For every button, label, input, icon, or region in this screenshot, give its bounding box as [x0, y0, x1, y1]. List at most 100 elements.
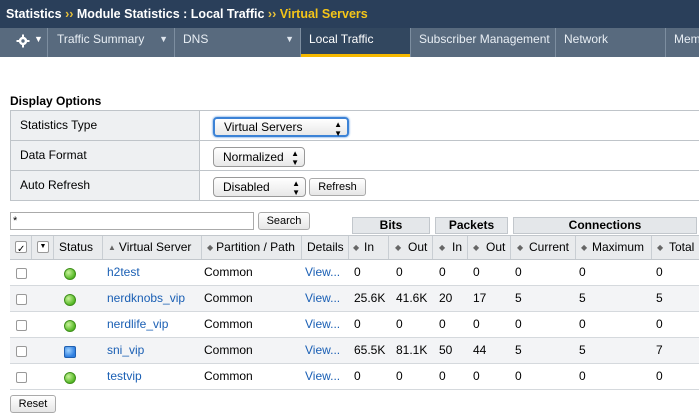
checkmark-icon: ✓: [17, 244, 26, 255]
row-checkbox[interactable]: [16, 294, 27, 305]
reset-button[interactable]: Reset: [10, 395, 56, 413]
option-label: Data Format: [10, 141, 200, 170]
search-input[interactable]: *: [10, 212, 254, 230]
packets-group-header: Packets: [435, 217, 508, 234]
refresh-button[interactable]: Refresh: [309, 178, 366, 196]
packets-out-cell: 0: [473, 317, 480, 331]
tab-subscriber-management[interactable]: Subscriber Management: [411, 28, 556, 57]
option-row-statistics-type: Statistics Type Virtual Servers ▲ ▼: [10, 111, 699, 141]
packets-in-cell: 0: [439, 265, 446, 279]
tab-dns[interactable]: DNS ▼: [175, 28, 301, 57]
gear-icon: [16, 34, 30, 48]
breadcrumb-module-statistics[interactable]: Module Statistics : Local Traffic: [77, 7, 265, 21]
column-label: Out: [408, 240, 428, 254]
bits-out-cell: 0: [396, 265, 403, 279]
partition-cell: Common: [204, 343, 253, 357]
search-button[interactable]: Search: [258, 212, 310, 230]
column-partition[interactable]: ◆ Partition / Path: [202, 236, 302, 259]
auto-refresh-select[interactable]: Disabled ▲ ▼: [213, 177, 306, 197]
select-all-cell: ✓: [10, 236, 32, 259]
column-label: Current: [529, 240, 570, 254]
packets-in-cell: 50: [439, 343, 453, 357]
status-filter-dropdown[interactable]: ▼: [37, 241, 49, 253]
details-link[interactable]: View...: [305, 338, 340, 363]
sort-icon: ◆: [439, 243, 446, 252]
select-all-checkbox[interactable]: ✓: [15, 241, 27, 255]
status-available-icon: [64, 268, 76, 280]
sort-icon: ◆: [581, 243, 588, 252]
tab-mem[interactable]: Mem: [666, 28, 699, 57]
column-bits-in[interactable]: ◆ In: [349, 236, 389, 259]
details-link[interactable]: View...: [305, 364, 340, 389]
tab-label: Subscriber Management: [419, 32, 550, 46]
column-total[interactable]: ◆ Total: [652, 236, 699, 259]
row-checkbox[interactable]: [16, 372, 27, 383]
status-filter-cell: ▼: [32, 236, 54, 259]
column-label: Virtual Server: [118, 240, 192, 254]
packets-in-cell: 20: [439, 291, 453, 305]
sort-icon: ◆: [207, 243, 214, 252]
column-label: In: [364, 240, 375, 254]
sort-icon: ◆: [353, 243, 360, 252]
breadcrumb-current: Virtual Servers: [279, 7, 368, 21]
column-status[interactable]: Status: [54, 236, 103, 259]
virtual-server-link[interactable]: sni_vip: [107, 338, 144, 363]
total-cell: 5: [656, 291, 663, 305]
column-details: Details: [302, 236, 349, 259]
total-cell: 7: [656, 343, 663, 357]
select-value: Virtual Servers: [224, 120, 303, 134]
gear-menu-button[interactable]: ▼: [0, 28, 48, 57]
sort-icon: ◆: [657, 243, 664, 252]
column-maximum[interactable]: ◆ Maximum: [576, 236, 652, 259]
option-value: Normalized ▲ ▼: [201, 141, 699, 170]
sort-icon: ◆: [473, 243, 480, 252]
statistics-type-select[interactable]: Virtual Servers ▲ ▼: [213, 117, 349, 138]
tab-traffic-summary[interactable]: Traffic Summary ▼: [49, 28, 175, 57]
column-virtual-server[interactable]: ▲ Virtual Server: [103, 236, 202, 259]
details-link[interactable]: View...: [305, 312, 340, 337]
chevron-down-icon: ▼: [159, 34, 168, 44]
current-cell: 0: [515, 369, 522, 383]
display-options-table: Statistics Type Virtual Servers ▲ ▼ Data …: [10, 110, 699, 201]
option-row-data-format: Data Format Normalized ▲ ▼: [10, 141, 699, 171]
details-link[interactable]: View...: [305, 260, 340, 285]
column-packets-in[interactable]: ◆ In: [433, 236, 468, 259]
tab-network[interactable]: Network: [556, 28, 666, 57]
column-label: Partition / Path: [216, 240, 295, 254]
row-checkbox[interactable]: [16, 320, 27, 331]
current-cell: 5: [515, 343, 522, 357]
data-format-select[interactable]: Normalized ▲ ▼: [213, 147, 305, 167]
select-value: Disabled: [223, 180, 270, 194]
partition-cell: Common: [204, 369, 253, 383]
breadcrumb-separator: ››: [65, 7, 74, 21]
column-current[interactable]: ◆ Current: [511, 236, 576, 259]
virtual-server-link[interactable]: h2test: [107, 260, 140, 285]
status-available-icon: [64, 320, 76, 332]
virtual-server-link[interactable]: nerdknobs_vip: [107, 286, 185, 311]
partition-cell: Common: [204, 291, 253, 305]
tab-label: Mem: [674, 32, 699, 46]
column-label: In: [452, 240, 463, 254]
row-checkbox[interactable]: [16, 346, 27, 357]
tab-label: DNS: [183, 32, 209, 46]
bits-in-cell: 0: [354, 265, 361, 279]
virtual-server-link[interactable]: testvip: [107, 364, 142, 389]
row-checkbox[interactable]: [16, 268, 27, 279]
select-arrows-icon: ▲ ▼: [291, 149, 299, 167]
select-value: Normalized: [223, 150, 284, 164]
sort-icon: ◆: [395, 243, 402, 252]
column-bits-out[interactable]: ◆ Out: [389, 236, 433, 259]
total-cell: 0: [656, 265, 663, 279]
chevron-down-icon: ▼: [34, 34, 43, 44]
virtual-server-link[interactable]: nerdlife_vip: [107, 312, 168, 337]
table-row: testvip Common View... 0 0 0 0 0 0 0: [10, 364, 699, 390]
tab-local-traffic[interactable]: Local Traffic: [301, 28, 411, 57]
table-row: sni_vip Common View... 65.5K 81.1K 50 44…: [10, 338, 699, 364]
packets-out-cell: 17: [473, 291, 487, 305]
details-link[interactable]: View...: [305, 286, 340, 311]
column-packets-out[interactable]: ◆ Out: [468, 236, 511, 259]
breadcrumb-statistics[interactable]: Statistics: [6, 7, 62, 21]
sort-icon: ◆: [517, 243, 524, 252]
bits-in-cell: 0: [354, 369, 361, 383]
total-cell: 0: [656, 369, 663, 383]
